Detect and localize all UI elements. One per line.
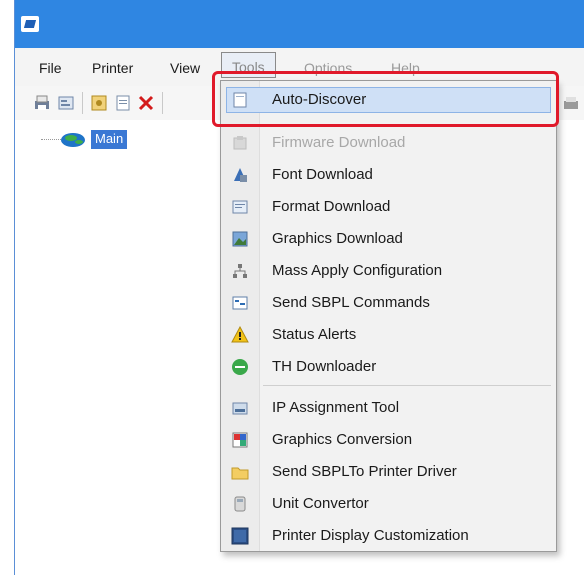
th-downloader-icon (232, 359, 248, 375)
menu-item-send-sbpl-commands[interactable]: Send SBPL Commands (221, 288, 556, 318)
menu-item-label: TH Downloader (272, 358, 377, 375)
menu-item-label: Graphics Conversion (272, 431, 413, 448)
menu-item-label: Font Download (272, 166, 373, 183)
menu-item-label: Send SBPL Commands (272, 294, 430, 311)
toolbar-separator (82, 92, 83, 114)
menu-item-send-sbpl-to-printer-driver[interactable]: Send SBPLTo Printer Driver (221, 457, 556, 487)
app-logo-icon[interactable] (21, 16, 39, 32)
menu-item-status-alerts[interactable]: Status Alerts (221, 320, 556, 350)
title-bar (15, 0, 584, 48)
menu-item-label: Mass Apply Configuration (272, 262, 443, 279)
tools-dropdown-menu: Auto-Discover Firmware Download Font Dow… (220, 80, 557, 552)
format-download-icon (232, 200, 248, 214)
menu-file[interactable]: File (39, 60, 62, 76)
firmware-icon (233, 136, 247, 150)
unit-convertor-icon (234, 496, 246, 512)
menu-item-label: Status Alerts (272, 326, 357, 343)
ip-tool-icon (232, 402, 248, 415)
document-icon[interactable] (114, 94, 132, 112)
menu-item-label: IP Assignment Tool (272, 399, 400, 416)
delete-icon[interactable] (137, 94, 155, 112)
menu-item-unit-convertor[interactable]: Unit Convertor (221, 489, 556, 519)
menu-item-printer-display-customization[interactable]: Printer Display Customization (221, 521, 556, 551)
printer-tree: Main (15, 120, 215, 575)
printer-icon[interactable] (33, 94, 51, 112)
menu-view[interactable]: View (170, 60, 200, 76)
graphics-conversion-icon (232, 432, 248, 448)
network-globe-icon (61, 133, 85, 147)
menu-item-graphics-download[interactable]: Graphics Download (221, 224, 556, 254)
folder-icon (231, 467, 249, 480)
menu-item-label: Format Download (272, 198, 391, 215)
menu-item-graphics-conversion[interactable]: Graphics Conversion (221, 425, 556, 455)
tree-node-main[interactable]: Main (91, 130, 128, 149)
menu-item-firmware-download: Firmware Download (221, 128, 556, 158)
menu-item-label: Printer Display Customization (272, 527, 469, 544)
menu-item-th-downloader[interactable]: TH Downloader (221, 352, 556, 382)
menu-separator (263, 385, 551, 386)
highlight-annotation-box (212, 71, 559, 127)
menu-item-label: Send SBPLTo Printer Driver (272, 463, 457, 480)
display-icon (231, 527, 249, 545)
menu-item-ip-assignment-tool[interactable]: IP Assignment Tool (221, 393, 556, 423)
toolbar-separator (162, 92, 163, 114)
menu-item-label: Firmware Download (272, 134, 406, 151)
font-download-icon (234, 168, 247, 182)
commands-icon (232, 296, 248, 310)
properties-icon[interactable] (57, 94, 75, 112)
warning-icon (231, 326, 249, 343)
menu-printer[interactable]: Printer (92, 60, 133, 76)
menu-item-format-download[interactable]: Format Download (221, 192, 556, 222)
menu-item-mass-apply-configuration[interactable]: Mass Apply Configuration (221, 256, 556, 286)
menu-item-font-download[interactable]: Font Download (221, 160, 556, 190)
graphics-download-icon (232, 231, 248, 247)
settings-icon[interactable] (90, 94, 108, 112)
network-icon (233, 264, 247, 278)
toolbar-printer-icon[interactable] (562, 94, 580, 112)
menu-item-label: Unit Convertor (272, 495, 369, 512)
menu-item-label: Graphics Download (272, 230, 403, 247)
